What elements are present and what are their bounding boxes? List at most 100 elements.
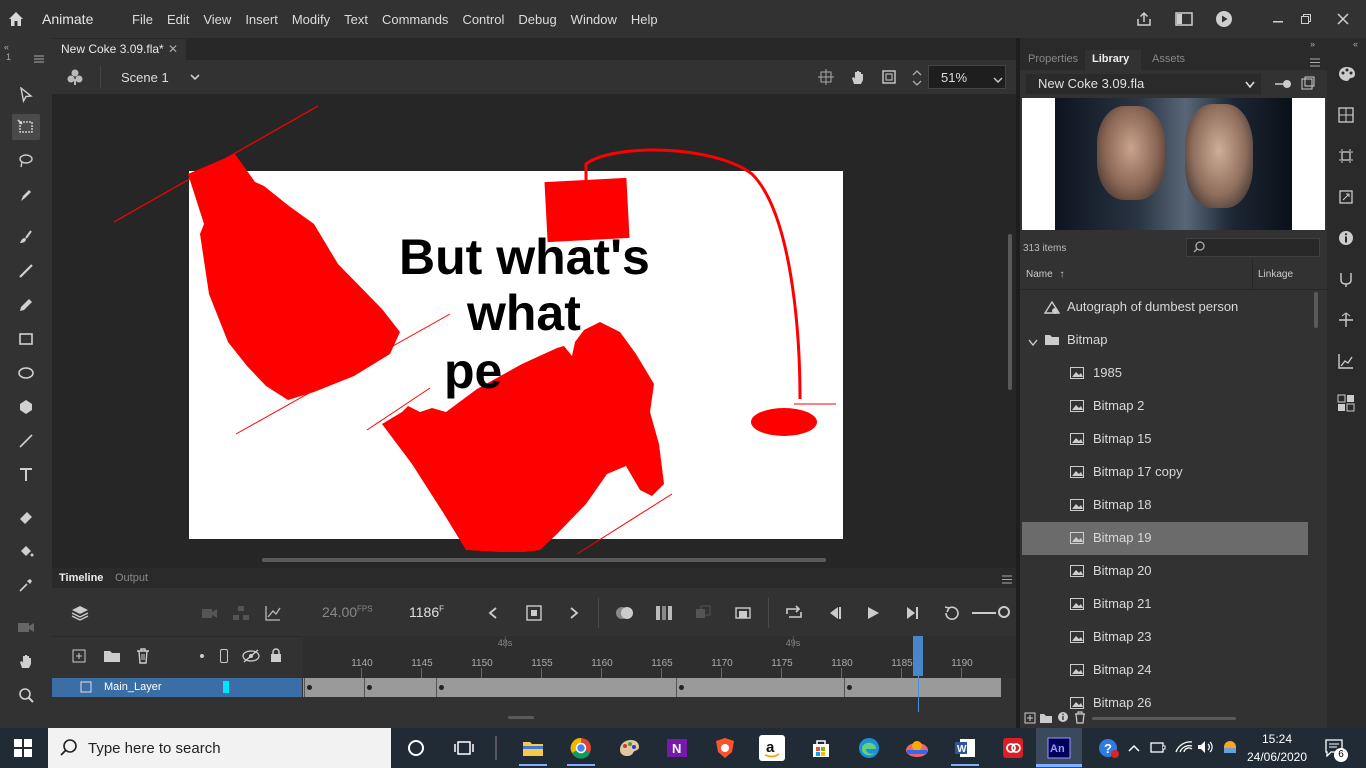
library-item[interactable]: Bitmap 23 <box>1022 621 1308 654</box>
play-icon[interactable] <box>866 606 880 623</box>
library-file-dropdown[interactable]: New Coke 3.09.fla <box>1026 74 1261 94</box>
menu-item-edit[interactable]: Edit <box>160 12 196 27</box>
align-panel-icon[interactable] <box>1338 148 1354 167</box>
library-item[interactable]: Bitmap <box>1022 324 1308 357</box>
previous-keyframe-icon[interactable] <box>487 606 499 623</box>
file-explorer-icon[interactable] <box>519 734 547 762</box>
paint-brush-tool-icon[interactable] <box>13 224 39 250</box>
test-movie-icon[interactable] <box>1204 10 1244 28</box>
lasso-tool-icon[interactable] <box>13 148 39 174</box>
library-menu-icon[interactable] <box>1310 56 1320 70</box>
keyframe-dot[interactable] <box>307 685 312 690</box>
menu-item-modify[interactable]: Modify <box>285 12 337 27</box>
library-item[interactable]: Bitmap 24 <box>1022 654 1308 687</box>
library-scrollbar[interactable] <box>1314 292 1318 328</box>
library-item[interactable]: Bitmap 20 <box>1022 555 1308 588</box>
menu-item-view[interactable]: View <box>196 12 238 27</box>
library-item[interactable]: Bitmap 15 <box>1022 423 1308 456</box>
selection-tool-icon[interactable] <box>13 82 39 108</box>
new-folder-icon[interactable] <box>103 649 121 666</box>
pen-tool-icon[interactable] <box>13 182 39 208</box>
keyframe-dot[interactable] <box>847 685 852 690</box>
rotate-stage-icon[interactable] <box>849 68 867 89</box>
zoom-tool-icon[interactable] <box>13 682 39 708</box>
polystar-tool-icon[interactable] <box>13 394 39 420</box>
create-tween-icon[interactable] <box>735 605 751 624</box>
highlight-layers-icon[interactable] <box>200 654 204 658</box>
microsoft-store-icon[interactable] <box>807 734 835 762</box>
panel-menu-icon[interactable] <box>33 53 45 63</box>
fps-field[interactable]: 24.00FPS <box>322 604 373 620</box>
hide-layers-icon[interactable] <box>242 649 260 666</box>
paint-bucket-tool-icon[interactable] <box>13 538 39 564</box>
new-library-panel-icon[interactable] <box>1301 76 1315 93</box>
panel-collapse-icon[interactable]: » <box>1310 39 1315 49</box>
menu-item-window[interactable]: Window <box>564 12 624 27</box>
eyedropper-tool-icon[interactable] <box>13 572 39 598</box>
go-to-last-frame-icon[interactable] <box>904 606 920 623</box>
scene-name[interactable]: Scene 1 <box>121 70 169 85</box>
timeline-scrollbar[interactable] <box>508 716 534 719</box>
close-icon[interactable] <box>1320 13 1366 25</box>
new-layer-icon[interactable] <box>72 649 86 666</box>
eraser-tool-icon[interactable] <box>13 504 39 530</box>
edge-icon[interactable] <box>855 734 883 762</box>
tab-timeline[interactable]: Timeline <box>59 572 103 584</box>
menu-item-text[interactable]: Text <box>337 12 375 27</box>
brush-tool-icon[interactable] <box>13 258 39 284</box>
adobe-cc-icon[interactable] <box>999 734 1027 762</box>
free-transform-tool-icon[interactable] <box>12 114 40 140</box>
zoom-dropdown-icon[interactable] <box>993 73 1003 87</box>
color-panel-icon[interactable] <box>1338 66 1356 85</box>
hand-tool-icon[interactable] <box>13 648 39 674</box>
center-stage-icon[interactable] <box>818 69 834 88</box>
library-item[interactable]: Autograph of dumbest person <box>1022 291 1308 324</box>
task-view-icon[interactable] <box>450 734 478 762</box>
tab-library[interactable]: Library <box>1092 53 1129 65</box>
menu-item-file[interactable]: File <box>125 12 160 27</box>
loop-icon[interactable] <box>785 605 803 624</box>
share-icon[interactable] <box>1124 10 1164 28</box>
clock-time[interactable]: 15:24 <box>1251 732 1303 746</box>
clock-date[interactable]: 24/06/2020 <box>1243 750 1311 764</box>
library-item[interactable]: Bitmap 21 <box>1022 588 1308 621</box>
frame-zoom-handle[interactable] <box>998 606 1010 618</box>
strip-collapse-icon[interactable]: « <box>1353 39 1358 49</box>
column-name-header[interactable]: Name ↑ <box>1026 269 1064 280</box>
keyframe-dot[interactable] <box>367 685 372 690</box>
taskbar-search-box[interactable]: Type here to search <box>48 728 391 768</box>
text-tool-icon[interactable] <box>13 462 39 488</box>
layer-row-main[interactable]: Main_Layer <box>52 678 302 697</box>
motion-editor-icon[interactable] <box>1338 312 1354 331</box>
pencil-tool-icon[interactable] <box>13 292 39 318</box>
keyframe-dot[interactable] <box>679 685 684 690</box>
folder-expand-icon[interactable] <box>1028 335 1038 350</box>
menu-item-control[interactable]: Control <box>455 12 511 27</box>
library-item[interactable]: Bitmap 18 <box>1022 489 1308 522</box>
word-icon[interactable]: W <box>951 734 979 762</box>
layers-icon[interactable] <box>71 605 89 624</box>
sync-graphic-icon[interactable] <box>695 605 711 624</box>
library-search-input[interactable] <box>1186 238 1320 257</box>
restore-icon[interactable] <box>1292 13 1320 25</box>
pin-library-icon[interactable] <box>1274 78 1292 93</box>
graph-icon[interactable] <box>265 605 281 624</box>
animate-app-icon[interactable]: An <box>1045 734 1073 762</box>
minimize-icon[interactable] <box>1264 13 1292 25</box>
volume-icon[interactable] <box>1197 740 1215 757</box>
tab-output[interactable]: Output <box>115 572 148 584</box>
menu-item-commands[interactable]: Commands <box>375 12 455 27</box>
edit-symbols-icon[interactable] <box>66 68 84 89</box>
onion-skin-icon[interactable] <box>615 605 635 624</box>
layer-name[interactable]: Main_Layer <box>104 681 161 693</box>
menu-item-help[interactable]: Help <box>624 12 665 27</box>
library-item[interactable]: Bitmap 19 <box>1022 522 1308 555</box>
cortana-icon[interactable] <box>402 734 430 762</box>
components-panel-icon[interactable] <box>1337 394 1355 415</box>
show-hidden-icons-icon[interactable] <box>1128 742 1140 756</box>
motion-presets-icon[interactable] <box>1338 353 1354 372</box>
current-frame-field[interactable]: 1186F <box>409 604 444 620</box>
keyframe-dot[interactable] <box>439 685 444 690</box>
rectangle-tool-icon[interactable] <box>13 326 39 352</box>
frame-zoom-slider[interactable] <box>972 612 996 614</box>
